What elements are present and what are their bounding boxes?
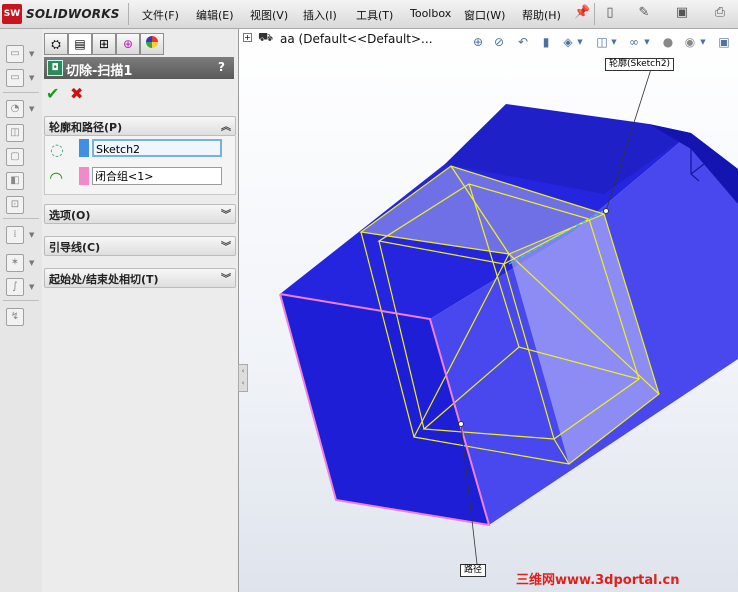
shell-icon[interactable]: ▢ [6, 148, 24, 166]
profile-leader-dot [603, 208, 609, 214]
configuration-manager-tab[interactable]: ⊞ [92, 33, 116, 55]
chevron-down-icon[interactable]: ▼ [29, 74, 37, 82]
chevron-down-icon[interactable]: ︾ [221, 238, 231, 253]
curves-icon[interactable]: ∫ [6, 278, 24, 296]
feature-header: ◘ 切除-扫描1 ? [44, 57, 234, 79]
hole-wizard-icon[interactable]: ⊡ [6, 196, 24, 214]
menu-edit[interactable]: 编辑(E) [196, 7, 234, 23]
options-icon[interactable]: ▣ [674, 5, 690, 21]
chevron-down-icon[interactable]: ︾ [221, 206, 231, 221]
pin-icon[interactable]: 📌 [574, 5, 590, 21]
cut-sweep-icon: ◘ [47, 60, 63, 76]
draft-icon[interactable]: ◧ [6, 172, 24, 190]
section-options[interactable]: 选项(O) ︾ [44, 204, 236, 224]
revolve-icon[interactable]: ▭ [6, 69, 24, 87]
profile-color-swatch [79, 139, 89, 157]
path-callout-label[interactable]: 路径 [460, 564, 487, 577]
manager-tabs: ⛭ ▤ ⊞ ⊕ [44, 33, 234, 55]
menu-divider [128, 3, 129, 25]
chevron-down-icon[interactable]: ︾ [221, 270, 231, 285]
section-profile-path[interactable]: 轮廓和路径(P) ︽ [44, 116, 236, 136]
section-title: 选项(O) [49, 209, 91, 222]
dimxpert-tab[interactable]: ⊕ [116, 33, 140, 55]
section-title: 引导线(C) [49, 241, 101, 254]
app-logo-text: SOLIDWORKS [26, 7, 120, 21]
rib-icon[interactable]: ◫ [6, 124, 24, 142]
watermark-text: 三维网www.3dportal.cn [516, 573, 680, 588]
help-button[interactable]: ? [218, 60, 225, 74]
instant3d-icon[interactable]: ↯ [6, 308, 24, 326]
menu-view[interactable]: 视图(V) [250, 7, 288, 23]
reference-geometry-icon[interactable]: ✶ [6, 254, 24, 272]
strip-divider [3, 300, 39, 301]
chevron-down-icon[interactable]: ▼ [29, 50, 37, 58]
appearance-tab[interactable] [140, 33, 164, 55]
chevron-down-icon[interactable]: ▼ [29, 105, 37, 113]
appearance-icon [146, 36, 158, 48]
menu-tools[interactable]: 工具(T) [356, 7, 393, 23]
profile-selection-box[interactable]: Sketch2 [92, 139, 222, 157]
feature-manager-tab[interactable]: ⛭ [44, 33, 68, 55]
fillet-icon[interactable]: ◔ [6, 100, 24, 118]
print-icon[interactable]: ⎙ [712, 5, 728, 21]
section-tangency[interactable]: 起始处/结束处相切(T) ︾ [44, 268, 236, 288]
strip-divider [3, 218, 39, 219]
path-icon: ◠ [50, 168, 63, 187]
cancel-button[interactable]: ✖ [70, 84, 83, 103]
menu-toolbox[interactable]: Toolbox [410, 7, 451, 20]
pattern-icon[interactable]: ⁞ [6, 226, 24, 244]
profile-callout-label[interactable]: 轮廓(Sketch2) [605, 58, 675, 71]
path-color-swatch [79, 167, 89, 185]
chevron-down-icon[interactable]: ▼ [29, 231, 37, 239]
chevron-down-icon[interactable]: ▼ [29, 259, 37, 267]
chevron-up-icon[interactable]: ︽ [221, 118, 231, 133]
property-manager-tab[interactable]: ▤ [68, 33, 92, 55]
extrude-icon[interactable]: ▭ [6, 45, 24, 63]
section-guide-curves[interactable]: 引导线(C) ︾ [44, 236, 236, 256]
solidworks-logo-icon: SW [2, 4, 22, 24]
path-selection-box[interactable]: 闭合组<1> [92, 167, 222, 185]
menu-file[interactable]: 文件(F) [142, 7, 179, 23]
path-leader-dot [458, 421, 464, 427]
menu-window[interactable]: 窗口(W) [464, 7, 505, 23]
chevron-down-icon[interactable]: ▼ [29, 283, 37, 291]
menu-insert[interactable]: 插入(I) [303, 7, 337, 23]
toolbar-divider [594, 3, 595, 25]
menu-help[interactable]: 帮助(H) [522, 7, 561, 23]
new-document-icon[interactable]: ▯ [602, 5, 618, 21]
ok-button[interactable]: ✔ [46, 84, 59, 103]
section-title: 轮廓和路径(P) [49, 121, 123, 134]
strip-divider [3, 92, 39, 93]
feature-title: 切除-扫描1 [66, 64, 133, 79]
section-title: 起始处/结束处相切(T) [49, 273, 159, 286]
profile-icon: ◌ [50, 140, 64, 159]
model-view[interactable] [239, 29, 738, 592]
open-icon[interactable]: ✎ [636, 5, 652, 21]
property-manager-panel [42, 29, 239, 592]
